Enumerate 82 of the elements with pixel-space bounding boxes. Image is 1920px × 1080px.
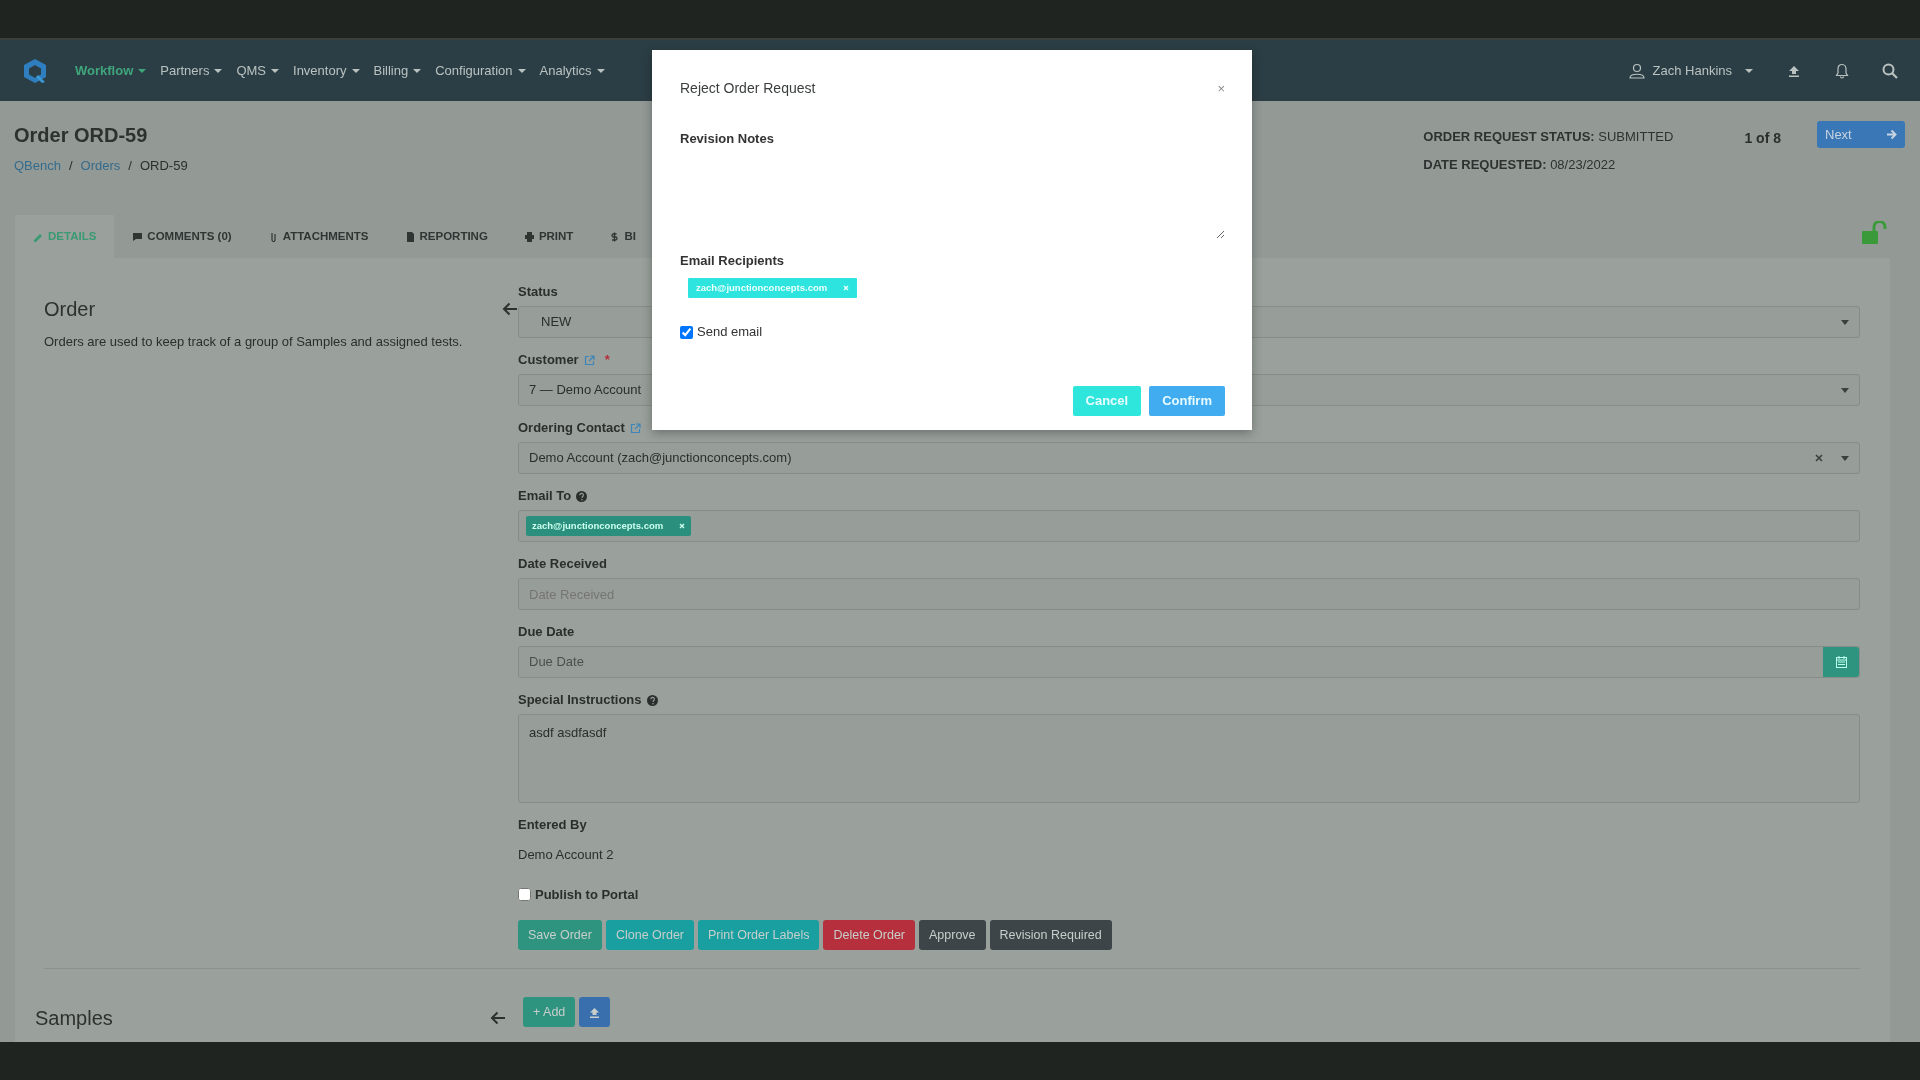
special-instructions-field[interactable]: asdf asdfasdf [518,714,1860,803]
field-label: Email Recipients [680,251,786,270]
field-label: Ordering Contact [518,419,625,438]
order-request-status: ORDER REQUEST STATUS: SUBMITTED [1423,128,1674,146]
required-mark: * [604,351,610,370]
section-description: Orders are used to keep track of a group of Samples and assigned tests. [44,333,464,351]
document-icon [404,230,416,243]
arrow-right-icon [1886,129,1897,140]
nav-menu[interactable]: Analytics [532,60,612,81]
modal-title: Reject Order Request [680,79,816,98]
printer-icon [523,230,535,243]
field-label: Due Date [518,623,575,642]
caret-icon [517,69,526,74]
caret-icon [1745,68,1753,73]
field-label: Status [518,283,558,302]
send-email-checkbox[interactable]: Send email [680,322,1225,342]
caret-icon [271,69,280,74]
due-date-field[interactable]: Due Date [518,646,1860,678]
clear-icon[interactable] [1815,454,1823,462]
arrow-left-icon[interactable] [490,1011,506,1025]
action-button[interactable]: Approve [919,920,986,950]
field-label: Customer [518,351,579,370]
section-title: Order [44,297,96,322]
logo-icon[interactable] [22,57,48,84]
close-button[interactable]: × [1217,78,1225,99]
pager-count: 1 of 8 [1744,129,1781,148]
tag-input-field[interactable]: zach@junctionconcepts.com [518,510,1860,542]
nav-menu[interactable]: Billing [366,60,429,81]
chat-icon [132,230,144,243]
action-button[interactable]: Delete Order [823,920,915,950]
calendar-icon [1835,656,1847,668]
tab[interactable]: REPORTING [386,215,506,258]
upload-button[interactable] [579,997,611,1027]
calendar-button[interactable] [1823,647,1859,677]
checkbox[interactable] [680,325,693,339]
user-menu[interactable]: Zach Hankins [1621,60,1760,81]
field-label: Date Received [518,555,607,574]
email-tag[interactable]: zach@junctionconcepts.com [526,515,692,537]
date-requested: DATE REQUESTED: 08/23/2022 [1423,155,1617,174]
bell-icon[interactable] [1834,62,1850,79]
breadcrumb-separator: / [128,156,132,175]
nav-menu[interactable]: Partners [153,60,230,81]
upload-icon [589,1006,601,1018]
tab[interactable]: ATTACHMENTS [249,215,387,258]
next-button[interactable]: Next [1817,121,1905,148]
arrow-left-icon[interactable] [502,302,518,316]
caret-down-icon[interactable] [1841,387,1849,393]
nav-menu[interactable]: Workflow [68,60,154,81]
select-field[interactable]: Demo Account (zach@junctionconcepts.com) [518,442,1860,474]
add-button[interactable]: + Add [523,997,576,1027]
remove-icon[interactable] [679,523,686,529]
nav-menu[interactable]: Inventory [286,60,367,81]
caret-icon [214,69,223,74]
search-icon[interactable] [1882,62,1898,79]
action-button[interactable]: Revision Required [989,920,1112,950]
field-label: Special Instructions [518,691,642,710]
caret-icon [351,69,360,74]
nav-menu[interactable]: Configuration [428,60,533,81]
page-title: Order ORD-59 [14,123,148,147]
action-button[interactable]: Save Order [518,920,602,950]
dollar-icon [609,230,621,243]
tab[interactable]: PRINT [505,215,592,258]
checkbox[interactable] [518,887,531,901]
field-label: Entered By [518,816,587,835]
confirm-button[interactable]: Confirm [1149,385,1225,416]
caret-down-icon[interactable] [1841,455,1849,461]
tab[interactable]: BI [591,215,640,258]
user-icon [1628,62,1645,79]
upload-icon[interactable] [1788,64,1800,77]
caret-icon [138,69,147,74]
field-label: Revision Notes [680,130,775,148]
caret-icon [413,69,422,74]
breadcrumb-separator: / [69,156,73,175]
breadcrumb-current: ORD-59 [139,156,188,175]
caret-down-icon[interactable] [1841,319,1849,325]
samples-title: Samples [35,1006,114,1031]
entered-by-value: Demo Account 2 [518,846,615,864]
publish-checkbox[interactable]: Publish to Portal [518,884,1860,904]
field-label: Email To [518,487,572,506]
caret-icon [596,69,605,74]
nav-menu[interactable]: QMS [229,60,287,81]
tab[interactable]: COMMENTS (0) [114,215,250,258]
